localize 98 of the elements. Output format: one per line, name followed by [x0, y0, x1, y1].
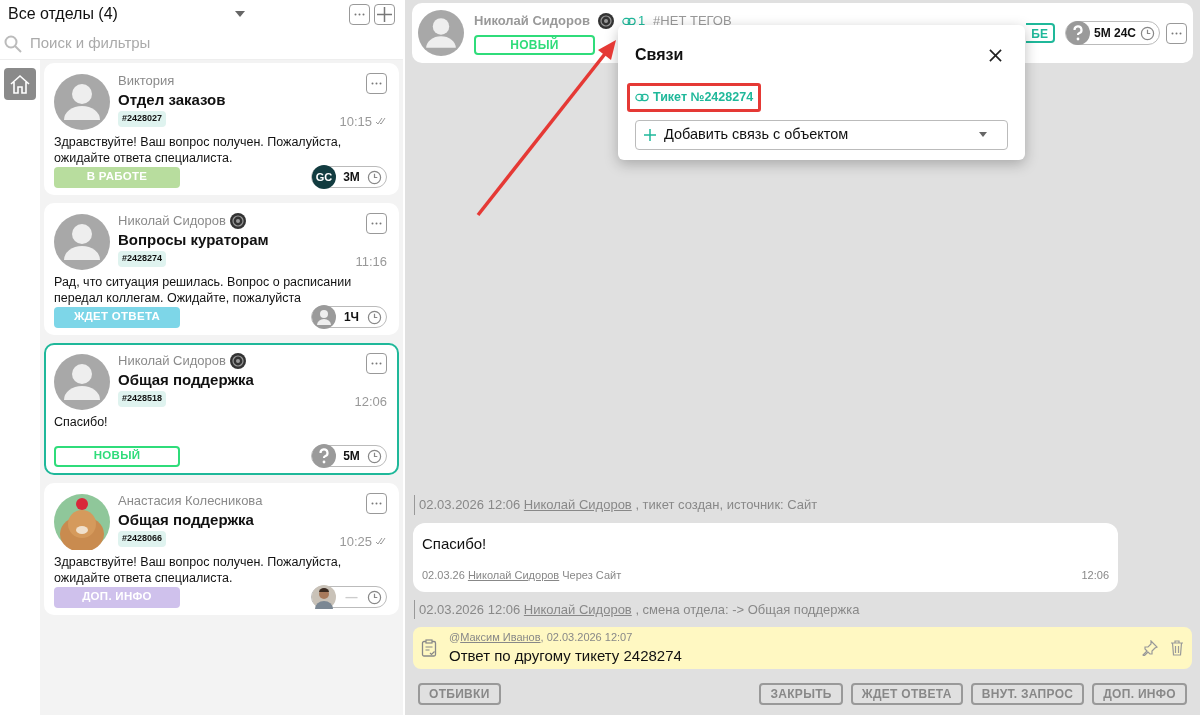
ticket-id-tag: #2428027 [118, 111, 167, 127]
ticket-card[interactable]: Николай Сидоров Общая поддержка #2428518 12:06 Спасибо! НОВЫЙ 5М [44, 343, 399, 475]
question-icon [312, 444, 336, 468]
avatar-icon [54, 214, 110, 270]
user-link[interactable]: Максим Иванов [460, 630, 541, 643]
ticket-link[interactable]: Тикет №2428274 [630, 86, 759, 109]
message-text: Спасибо! [422, 533, 488, 554]
time-label: 11:16 [355, 252, 387, 271]
action-button[interactable]: ОТБИВКИ [418, 683, 501, 705]
status-badge: ЖДЕТ ОТВЕТА [54, 306, 180, 328]
message-preview: Спасибо! [54, 414, 109, 431]
timer-value: 1Ч [342, 309, 361, 326]
status-badge: ДОП. ИНФО [54, 586, 180, 608]
user-link[interactable]: Николай Сидоров [467, 569, 560, 581]
message-meta: 02.03.26 Николай Сидоров Через Сайт [422, 568, 622, 583]
add-button[interactable] [374, 3, 395, 25]
more-button[interactable] [366, 73, 387, 94]
search-icon [4, 34, 22, 53]
trash-icon[interactable] [1170, 640, 1184, 656]
timer-value: 5М 24С [1093, 25, 1136, 42]
avatar-icon [54, 74, 110, 130]
user-link[interactable]: Николай Сидоров [523, 497, 632, 512]
ticket-card[interactable]: Виктория Отдел заказов #2428027 10:15 Здравствуйте! Ваш вопрос получен. Пожалуйста, ожидайте ответа специалиста. В РАБОТЕ GC 3М [44, 63, 399, 195]
avatar-icon [312, 305, 336, 329]
note-meta: @Максим Иванов, 02.03.2026 12:07 [449, 629, 634, 645]
status-badge: НОВЫЙ [54, 445, 180, 467]
more-icon [371, 82, 382, 85]
timer-value: — [344, 589, 359, 606]
system-event: 02.03.2026 12:06 Николай Сидоров , тикет создан, источник: Сайт [414, 495, 1192, 515]
time-label: 10:25 [339, 532, 372, 551]
close-icon[interactable] [989, 48, 1002, 62]
author-name: Анастасия Колесникова [118, 492, 263, 511]
message-time: 12:06 [1081, 568, 1109, 583]
action-button[interactable]: ВНУТ. ЗАПРОС [970, 683, 1085, 705]
author-name: Виктория [118, 72, 175, 91]
link-icon [635, 92, 649, 102]
author-name: Николай Сидоров [474, 12, 590, 31]
more-button[interactable] [366, 493, 387, 514]
clock-icon [367, 589, 382, 605]
question-icon [1065, 21, 1090, 45]
dropdown-caret-icon [979, 132, 987, 138]
author-name: Николай Сидоров [118, 212, 226, 231]
home-icon [9, 73, 31, 95]
logo-badge: GC [312, 165, 336, 189]
status-badge: НОВЫЙ [474, 34, 595, 55]
ticket-card[interactable]: Анастасия Колесникова Общая поддержка #2428066 10:25 Здравствуйте! Ваш вопрос получен. Пожалуйста, ожидайте ответа специалиста. ДОП. ИНФО — [44, 483, 399, 615]
more-button[interactable] [349, 3, 370, 25]
popup-title: Связи [635, 45, 684, 65]
clock-icon [1140, 25, 1155, 41]
system-event: 02.03.2026 12:06 Николай Сидоров , смена отдела: -> Общая поддержка [414, 599, 1192, 619]
department-filter[interactable]: Все отделы (4) [8, 2, 231, 26]
clock-icon [367, 448, 382, 464]
user-link[interactable]: Николай Сидоров [523, 601, 632, 617]
time-label: 12:06 [354, 392, 387, 411]
link-icon [621, 16, 636, 26]
message-preview: Здравствуйте! Ваш вопрос получен. Пожалуйста, ожидайте ответа специалиста. [54, 554, 343, 586]
dropdown-caret-icon[interactable] [235, 11, 245, 17]
action-button[interactable]: ЖДЕТ ОТВЕТА [850, 683, 963, 705]
action-button[interactable]: ДОП. ИНФО [1092, 683, 1187, 705]
department-title: Вопросы кураторам [118, 230, 270, 250]
department-title: Общая поддержка [118, 510, 255, 530]
search-field[interactable]: Поиск и фильтры [30, 32, 399, 55]
pin-icon[interactable] [1142, 640, 1158, 656]
links-counter[interactable]: 1 [621, 11, 646, 31]
more-icon [371, 362, 382, 365]
ticket-id-tag: #2428274 [118, 251, 167, 267]
author-name: Николай Сидоров [118, 352, 226, 371]
plus-icon [377, 6, 392, 22]
avatar-icon [418, 10, 464, 56]
department-title: Общая поддержка [118, 370, 255, 390]
ticket-id-tag: #2428518 [118, 391, 167, 407]
status-badge: В РАБОТЕ [54, 166, 180, 188]
more-button[interactable] [1166, 22, 1187, 44]
more-button[interactable] [366, 213, 387, 234]
timer-value: 5М [342, 448, 361, 465]
more-icon [371, 222, 382, 225]
clock-icon [367, 309, 382, 325]
plus-icon [644, 128, 656, 141]
more-button[interactable] [366, 353, 387, 374]
status-button[interactable]: БЕ [1026, 23, 1055, 43]
avatar-icon [54, 354, 110, 410]
action-button[interactable]: ЗАКРЫТЬ [759, 683, 843, 705]
ticket-id-tag: #2428066 [118, 531, 167, 547]
clock-icon [367, 169, 382, 185]
clipboard-icon [421, 639, 437, 657]
message-preview: Рад, что ситуация решилась. Вопрос о расписании передал коллегам. Ожидайте, пожалуйста [54, 274, 353, 306]
note-text: Ответ по другому тикету 2428274 [449, 646, 683, 666]
more-icon [1171, 31, 1182, 35]
time-label: 10:15 [339, 112, 372, 131]
add-link-select[interactable]: Добавить связь с объектом [635, 119, 1008, 150]
timer-value: 3М [342, 169, 361, 186]
more-icon [371, 502, 382, 505]
department-title: Отдел заказов [118, 90, 227, 110]
more-icon [354, 12, 365, 16]
tags-label: #НЕТ ТЕГОВ [653, 12, 732, 31]
message-preview: Здравствуйте! Ваш вопрос получен. Пожалуйста, ожидайте ответа специалиста. [54, 134, 343, 166]
home-button[interactable] [4, 68, 36, 100]
ticket-card[interactable]: Николай Сидоров Вопросы кураторам #2428274 11:16 Рад, что ситуация решилась. Вопрос о расписании передал коллегам. Ожидайте, пожалуйста ЖДЕТ ОТВЕТА 1Ч [44, 203, 399, 335]
